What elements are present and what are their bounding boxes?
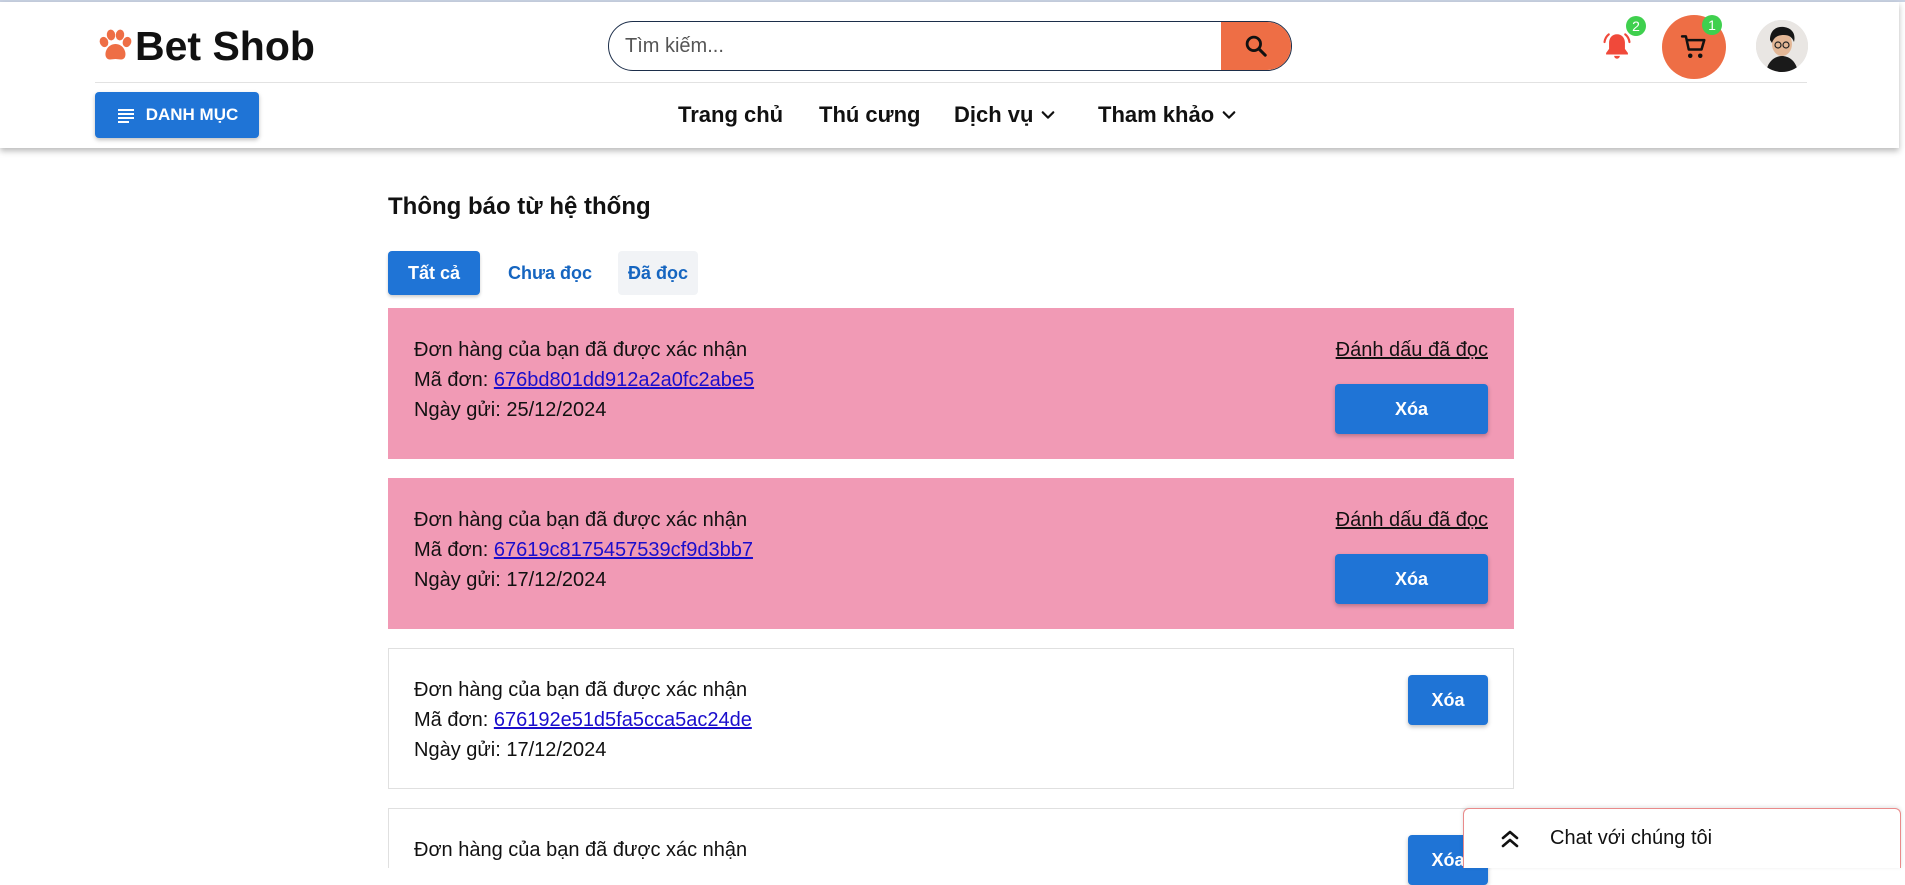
site-header: Bet Shob 2 1 [0, 2, 1899, 148]
bell-icon [1603, 33, 1631, 59]
cart-count-badge: 1 [1702, 15, 1722, 35]
mark-read-link[interactable]: Đánh dấu đã đọc [1336, 505, 1488, 535]
date-line: Ngày gửi: 17/12/2024 [414, 735, 752, 765]
notification-card: Đơn hàng của bạn đã được xác nhận Mã đơn… [388, 478, 1514, 629]
notification-message: Đơn hàng của bạn đã được xác nhận [414, 679, 748, 701]
notification-body: Đơn hàng của bạn đã được xác nhận Mã đơn… [414, 335, 754, 425]
order-label: Mã đơn: [414, 369, 489, 391]
order-label: Mã đơn: [414, 539, 489, 561]
tab-read[interactable]: Đã đọc [618, 251, 698, 295]
order-line: Mã đơn: 676bd801dd912a2a0fc2abe5 [414, 365, 754, 395]
search-icon [1245, 35, 1267, 57]
sent-date: 17/12/2024 [506, 739, 607, 761]
date-label: Ngày gửi: [414, 569, 501, 591]
chevron-down-icon [1042, 111, 1055, 119]
header-divider [95, 82, 1807, 83]
nav-item-label: Dịch vụ [954, 102, 1034, 127]
cart-icon [1680, 35, 1706, 58]
order-id-link[interactable]: 676192e51d5fa5cca5ac24de [494, 709, 752, 731]
mark-read-link[interactable]: Đánh dấu đã đọc [1336, 335, 1488, 365]
search-bar [608, 21, 1292, 71]
notification-count-badge: 2 [1626, 16, 1646, 36]
order-id-link[interactable]: 67619c8175457539cf9d3bb7 [494, 539, 753, 561]
notification-card: Đơn hàng của bạn đã được xác nhận Mã đơn… [388, 308, 1514, 459]
delete-button[interactable]: Xóa [1335, 384, 1488, 434]
notification-card: Đơn hàng của bạn đã được xác nhận Mã đơn… [388, 648, 1514, 789]
date-label: Ngày gửi: [414, 739, 501, 761]
notification-card: Đơn hàng của bạn đã được xác nhận Xóa [388, 808, 1514, 885]
sent-date: 25/12/2024 [506, 399, 607, 421]
chat-label: Chat với chúng tôi [1550, 827, 1713, 849]
order-line: Mã đơn: 676192e51d5fa5cca5ac24de [414, 705, 752, 735]
order-id-link[interactable]: 676bd801dd912a2a0fc2abe5 [494, 369, 754, 391]
date-line: Ngày gửi: 17/12/2024 [414, 565, 753, 595]
chevron-down-icon [1222, 111, 1236, 119]
double-chevron-up-icon [1501, 830, 1519, 847]
user-avatar[interactable] [1756, 20, 1808, 72]
paw-icon [99, 29, 132, 60]
delete-button[interactable]: Xóa [1408, 675, 1488, 725]
notification-message: Đơn hàng của bạn đã được xác nhận [414, 509, 748, 531]
tab-all[interactable]: Tất cả [388, 251, 480, 295]
page-title: Thông báo từ hệ thống [388, 193, 651, 220]
tab-unread[interactable]: Chưa đọc [498, 251, 602, 295]
date-line: Ngày gửi: 25/12/2024 [414, 395, 754, 425]
search-input[interactable] [609, 22, 1221, 70]
nav-item-services[interactable]: Dịch vụ [954, 97, 1057, 133]
sent-date: 17/12/2024 [506, 569, 607, 591]
nav-item-label: Tham khảo [1098, 102, 1215, 127]
main-nav: Trang chủ Thú cưng Dịch vụ Tham khảo [0, 97, 1905, 133]
search-button[interactable] [1221, 22, 1291, 70]
notification-body: Đơn hàng của bạn đã được xác nhận Mã đơn… [414, 505, 753, 595]
delete-button[interactable]: Xóa [1335, 554, 1488, 604]
notification-body: Đơn hàng của bạn đã được xác nhận Mã đơn… [414, 675, 752, 765]
cart-button[interactable]: 1 [1662, 15, 1726, 79]
avatar-image [1756, 20, 1808, 72]
notification-message: Đơn hàng của bạn đã được xác nhận [414, 839, 748, 861]
notification-body: Đơn hàng của bạn đã được xác nhận [414, 835, 747, 865]
date-label: Ngày gửi: [414, 399, 501, 421]
nav-item-home[interactable]: Trang chủ [678, 97, 783, 133]
nav-item-label: Trang chủ [678, 102, 784, 127]
order-label: Mã đơn: [414, 709, 489, 731]
brand-name: Bet Shob [135, 23, 315, 69]
notification-message: Đơn hàng của bạn đã được xác nhận [414, 339, 748, 361]
nav-item-label: Thú cưng [819, 102, 921, 127]
nav-item-pets[interactable]: Thú cưng [819, 97, 920, 133]
brand-logo[interactable]: Bet Shob [97, 24, 315, 68]
order-line: Mã đơn: 67619c8175457539cf9d3bb7 [414, 535, 753, 565]
chat-widget[interactable]: Chat với chúng tôi [1463, 808, 1901, 868]
nav-item-references[interactable]: Tham khảo [1098, 97, 1238, 133]
notification-button[interactable]: 2 [1600, 16, 1646, 64]
